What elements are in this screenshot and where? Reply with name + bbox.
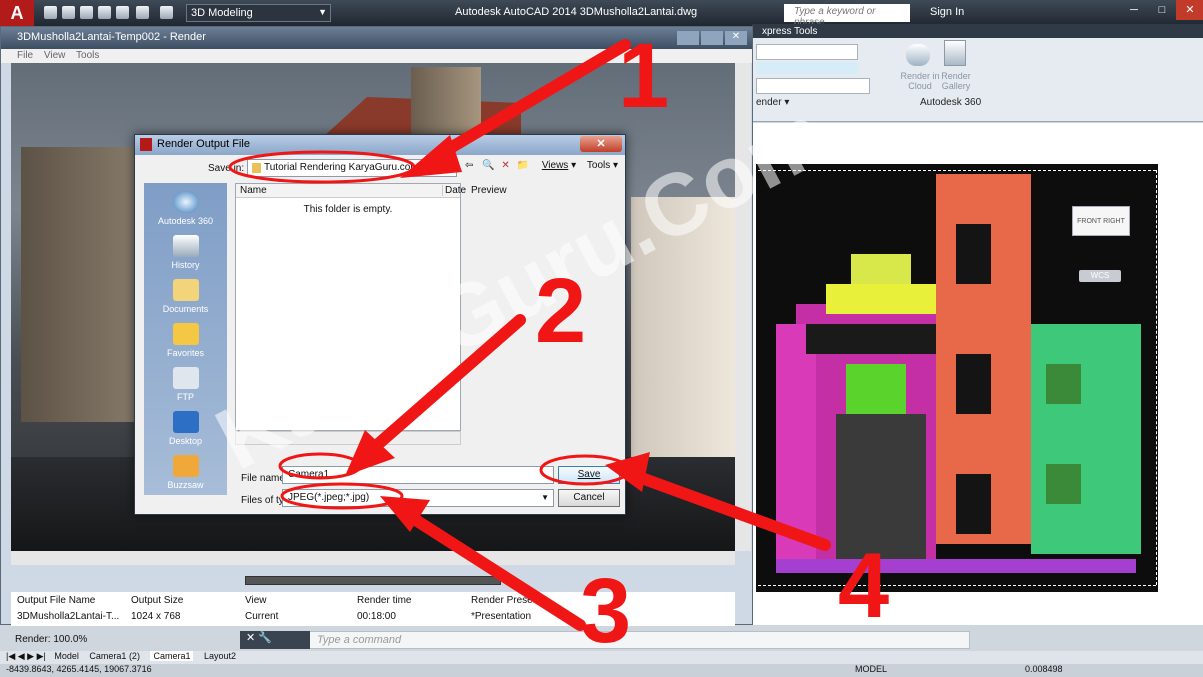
annotation-number-3: 3 [580, 560, 632, 662]
annotation-number-4: 4 [838, 535, 890, 637]
arrow-4 [619, 466, 831, 551]
arrow-3 [394, 504, 586, 631]
highlight-file-type [280, 482, 404, 510]
arrow-2 [354, 314, 526, 466]
arrow-1 [424, 39, 631, 166]
annotation-number-1: 1 [618, 25, 670, 127]
highlight-save-in [228, 150, 416, 184]
annotation-number-2: 2 [535, 260, 587, 362]
